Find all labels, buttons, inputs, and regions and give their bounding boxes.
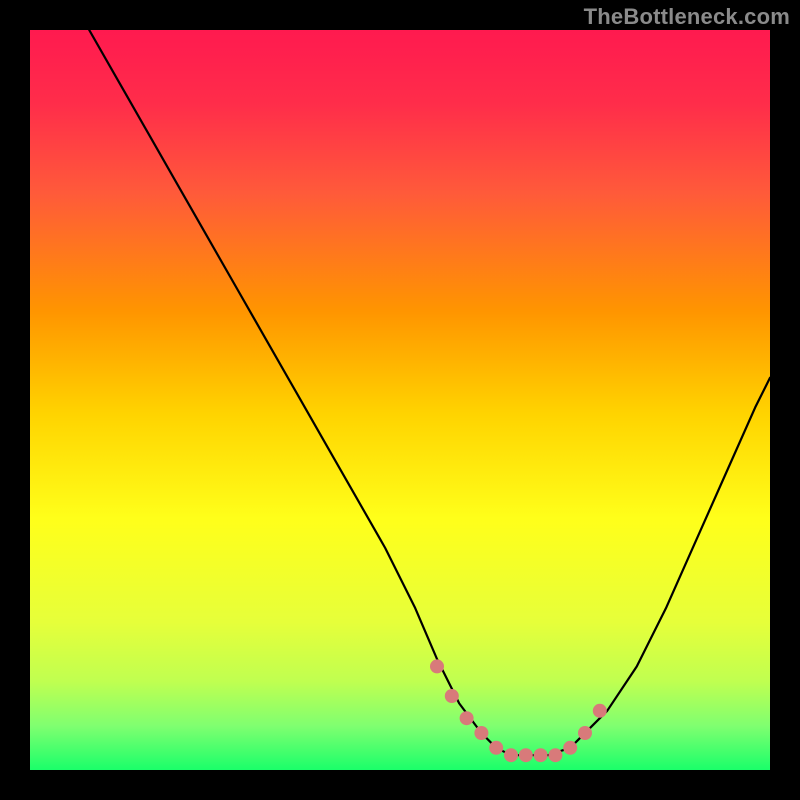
marker-dot: [534, 748, 548, 762]
marker-dot: [445, 689, 459, 703]
marker-dot: [519, 748, 533, 762]
marker-dot: [474, 726, 488, 740]
watermark-text: TheBottleneck.com: [584, 4, 790, 30]
gradient-background: [30, 30, 770, 770]
marker-dot: [548, 748, 562, 762]
chart-frame: TheBottleneck.com: [0, 0, 800, 800]
marker-dot: [578, 726, 592, 740]
marker-dot: [430, 659, 444, 673]
marker-dot: [593, 704, 607, 718]
plot-area: [30, 30, 770, 770]
marker-dot: [563, 741, 577, 755]
marker-dot: [504, 748, 518, 762]
marker-dot: [460, 711, 474, 725]
marker-dot: [489, 741, 503, 755]
chart-svg: [30, 30, 770, 770]
